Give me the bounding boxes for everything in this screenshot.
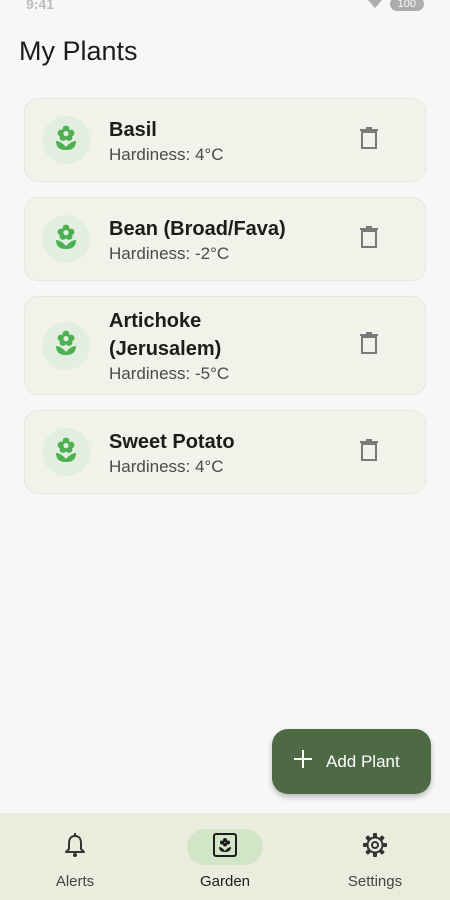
- nav-label: Alerts: [55, 873, 95, 890]
- nav-pill: [337, 829, 413, 865]
- plant-info: Sweet Potato Hardiness: 4°C: [109, 428, 349, 477]
- status-time: 9:41: [26, 0, 55, 12]
- plant-avatar: [42, 428, 90, 476]
- battery-indicator: 100: [389, 0, 424, 11]
- plant-avatar: [42, 321, 90, 370]
- plant-card[interactable]: Sweet Potato Hardiness: 4°C: [24, 410, 426, 494]
- flower-icon: [54, 437, 78, 468]
- delete-button[interactable]: [349, 219, 389, 259]
- flower-icon: [54, 224, 78, 255]
- status-icons: 100: [367, 0, 424, 12]
- nav-item-alerts[interactable]: Alerts: [0, 813, 150, 900]
- plant-name: Basil: [109, 118, 157, 141]
- plant-info: Bean (Broad/Fava) Hardiness: -2°C: [109, 215, 349, 264]
- add-plant-label: Add Plant: [326, 751, 400, 771]
- plant-info: Artichoke (Jerusalem) Hardiness: -5°C: [109, 307, 349, 384]
- plant-name: Bean (Broad/Fava): [109, 217, 286, 240]
- plant-list: Basil Hardiness: 4°C Bean (Broad/Fava) H…: [24, 98, 426, 509]
- plus-icon: [294, 750, 312, 773]
- plant-name: Sweet Potato: [109, 430, 235, 453]
- gear-icon: [363, 832, 387, 862]
- bottom-navigation: Alerts Garden Settings: [0, 813, 450, 900]
- plant-avatar: [42, 215, 90, 263]
- wifi-icon: [367, 0, 382, 12]
- plant-hardiness: Hardiness: 4°C: [109, 144, 224, 164]
- add-plant-button[interactable]: Add Plant: [272, 729, 431, 794]
- plant-hardiness: Hardiness: 4°C: [109, 456, 224, 476]
- flower-icon: [54, 330, 78, 361]
- plant-hardiness: Hardiness: -2°C: [109, 243, 230, 263]
- plant-info: Basil Hardiness: 4°C: [109, 116, 349, 165]
- nav-label: Garden: [199, 873, 251, 890]
- status-bar: 9:41 100: [0, 0, 450, 18]
- page-title: My Plants: [19, 36, 138, 66]
- delete-button[interactable]: [349, 120, 389, 160]
- trash-icon: [360, 126, 378, 154]
- delete-button[interactable]: [349, 326, 389, 366]
- flower-icon: [54, 125, 78, 156]
- plant-card[interactable]: Basil Hardiness: 4°C: [24, 98, 426, 182]
- garden-icon: [213, 832, 237, 862]
- plant-name: Artichoke (Jerusalem): [109, 310, 222, 360]
- nav-pill: [187, 829, 263, 865]
- nav-item-settings[interactable]: Settings: [300, 813, 450, 900]
- plant-card[interactable]: Artichoke (Jerusalem) Hardiness: -5°C: [24, 296, 426, 395]
- nav-pill: [37, 829, 113, 865]
- delete-button[interactable]: [349, 432, 389, 472]
- trash-icon: [360, 225, 378, 253]
- plant-card[interactable]: Bean (Broad/Fava) Hardiness: -2°C: [24, 197, 426, 281]
- plant-hardiness: Hardiness: -5°C: [109, 364, 230, 383]
- plant-avatar: [42, 116, 90, 164]
- trash-icon: [360, 332, 378, 359]
- trash-icon: [360, 438, 378, 466]
- bell-icon: [64, 832, 86, 862]
- nav-label: Settings: [347, 873, 403, 890]
- nav-item-garden[interactable]: Garden: [150, 813, 300, 900]
